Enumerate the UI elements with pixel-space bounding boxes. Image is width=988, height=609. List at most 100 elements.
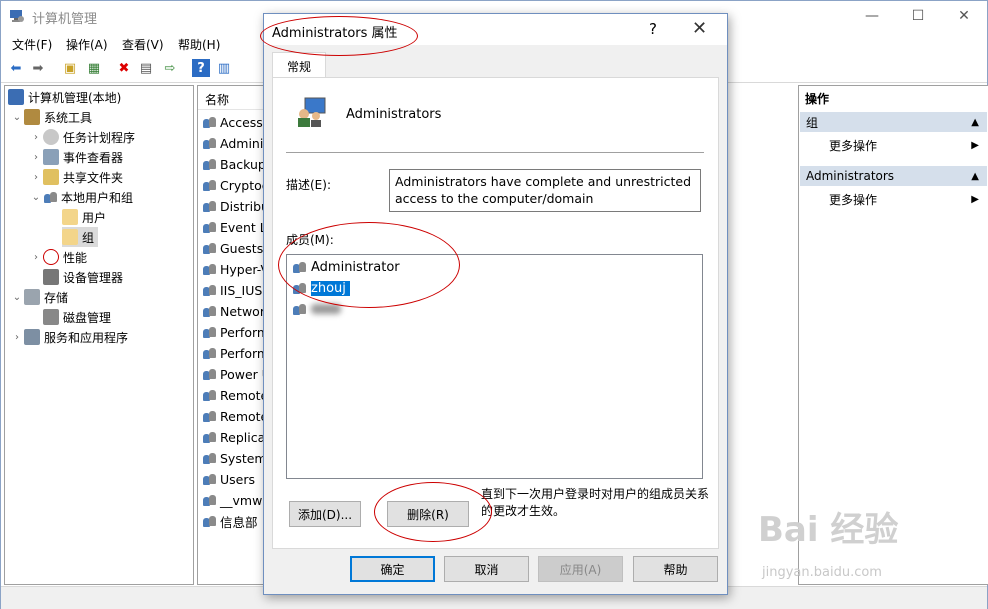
section-label: Administrators: [806, 169, 895, 183]
list-item[interactable]: Perform: [202, 343, 266, 363]
chevron-right-icon[interactable]: ›: [10, 332, 24, 343]
help-button[interactable]: 帮助: [633, 556, 718, 582]
member-item-redacted[interactable]: [292, 299, 341, 319]
tree-item-task-scheduler[interactable]: › 任务计划程序: [29, 127, 135, 147]
list-item[interactable]: Perform: [202, 322, 266, 342]
group-icon: [202, 513, 218, 529]
list-item[interactable]: Adminis: [202, 133, 266, 153]
services-icon: [24, 329, 40, 345]
actions-section-header[interactable]: 组 ▲: [800, 112, 987, 132]
maximize-button[interactable]: ☐: [895, 1, 941, 31]
list-item-label: Remote: [220, 408, 266, 424]
list-item[interactable]: IIS_IUSR: [202, 280, 266, 300]
tree-item-shared-folders[interactable]: › 共享文件夹: [29, 167, 123, 187]
action-pane-icon[interactable]: ▥: [215, 59, 233, 77]
properties-icon[interactable]: ▤: [137, 59, 155, 77]
dialog-help-button[interactable]: ?: [649, 20, 657, 38]
export-list-icon[interactable]: ⇨: [161, 59, 179, 77]
list-item[interactable]: Networ: [202, 301, 265, 321]
tree-item-users[interactable]: 用户: [62, 207, 106, 227]
close-button[interactable]: ✕: [941, 1, 987, 31]
list-item[interactable]: Hyper-V: [202, 259, 266, 279]
list-item[interactable]: Backup: [202, 154, 266, 174]
forward-arrow-icon[interactable]: ➡: [29, 59, 47, 77]
tree-item-label: 性能: [63, 250, 88, 265]
group-icon: [202, 282, 218, 298]
tree-item-storage[interactable]: ⌄ 存储: [10, 287, 68, 307]
up-folder-icon[interactable]: ▣: [61, 59, 79, 77]
chevron-down-icon[interactable]: ⌄: [10, 292, 24, 303]
group-icon: [298, 97, 326, 127]
cancel-button[interactable]: 取消: [444, 556, 529, 582]
chevron-down-icon[interactable]: ⌄: [10, 112, 24, 123]
redacted-name: [311, 304, 341, 314]
description-field[interactable]: Administrators have complete and unrestr…: [389, 169, 701, 212]
device-manager-icon: [43, 269, 59, 285]
tree-item-computer-management[interactable]: 计算机管理(本地): [8, 87, 121, 107]
chevron-down-icon[interactable]: ⌄: [29, 192, 43, 203]
more-actions-item[interactable]: 更多操作 ▶: [829, 189, 979, 209]
tree-item-device-manager[interactable]: 设备管理器: [43, 267, 123, 287]
ok-button[interactable]: 确定: [350, 556, 435, 582]
list-item[interactable]: Event Lo: [202, 217, 266, 237]
list-item[interactable]: Remote: [202, 406, 266, 426]
tree-item-groups[interactable]: 组: [62, 227, 99, 247]
chevron-right-icon[interactable]: ›: [29, 252, 43, 263]
tree-item-performance[interactable]: › 性能: [29, 247, 87, 267]
list-item-label: Perform: [220, 345, 266, 361]
list-item[interactable]: __vmwa: [202, 490, 266, 510]
list-item[interactable]: Replicat: [202, 427, 266, 447]
tree-item-system-tools[interactable]: ⌄ 系统工具: [10, 107, 92, 127]
group-icon: [202, 471, 218, 487]
group-icon: [202, 324, 218, 340]
event-viewer-icon: [43, 149, 59, 165]
tree-item-event-viewer[interactable]: › 事件查看器: [29, 147, 123, 167]
dialog-close-button[interactable]: ✕: [692, 18, 707, 39]
menu-help[interactable]: 帮助(H): [178, 36, 220, 53]
list-item[interactable]: Remote: [202, 385, 266, 405]
group-icon: [202, 156, 218, 172]
list-item[interactable]: Access: [202, 112, 263, 132]
chevron-right-icon[interactable]: ›: [29, 132, 43, 143]
list-item[interactable]: Cryptog: [202, 175, 266, 195]
menu-view[interactable]: 查看(V): [122, 36, 164, 53]
list-item[interactable]: Distribu: [202, 196, 266, 216]
list-item-label: Remote: [220, 387, 266, 403]
membership-note: 直到下一次用户登录时对用户的组成员关系的更改才生效。: [481, 487, 710, 518]
tree-item-disk-management[interactable]: 磁盘管理: [43, 307, 111, 327]
tab-general[interactable]: 常规: [272, 52, 326, 79]
window-title: 计算机管理: [32, 12, 98, 27]
add-button[interactable]: 添加(D)...: [289, 501, 361, 527]
tree-item-label: 磁盘管理: [63, 310, 112, 325]
apply-button[interactable]: 应用(A): [538, 556, 623, 582]
remove-button[interactable]: 删除(R): [387, 501, 469, 527]
members-list[interactable]: Administrator zhouj: [286, 254, 703, 479]
menu-action[interactable]: 操作(A): [66, 36, 108, 53]
group-icon: [202, 429, 218, 445]
list-item[interactable]: 信息部: [202, 511, 258, 531]
member-item-selected[interactable]: zhouj: [292, 278, 350, 298]
chevron-right-icon[interactable]: ›: [29, 152, 43, 163]
group-icon: [202, 408, 218, 424]
tree-item-local-users-groups[interactable]: ⌄ 本地用户和组: [29, 187, 133, 207]
collapse-triangle-icon[interactable]: ▲: [971, 117, 979, 128]
list-item[interactable]: Power U: [202, 364, 266, 384]
back-arrow-icon[interactable]: ⬅: [7, 59, 25, 77]
show-hide-tree-icon[interactable]: ▦: [85, 59, 103, 77]
list-item[interactable]: Guests: [202, 238, 263, 258]
list-item[interactable]: Users: [202, 469, 255, 489]
actions-section-header[interactable]: Administrators ▲: [800, 166, 987, 186]
list-item[interactable]: System: [202, 448, 266, 468]
tree-item-label: 用户: [82, 210, 107, 225]
member-item[interactable]: Administrator: [292, 257, 400, 277]
chevron-right-icon[interactable]: ›: [29, 172, 43, 183]
list-header[interactable]: 名称: [198, 86, 266, 110]
tree-item-services-apps[interactable]: › 服务和应用程序: [10, 327, 128, 347]
group-icon: [202, 219, 218, 235]
help-icon[interactable]: ?: [192, 59, 210, 77]
delete-icon[interactable]: ✖: [115, 59, 133, 77]
collapse-triangle-icon[interactable]: ▲: [971, 171, 979, 182]
minimize-button[interactable]: —: [849, 1, 895, 31]
menu-file[interactable]: 文件(F): [12, 36, 52, 53]
more-actions-item[interactable]: 更多操作 ▶: [829, 135, 979, 155]
